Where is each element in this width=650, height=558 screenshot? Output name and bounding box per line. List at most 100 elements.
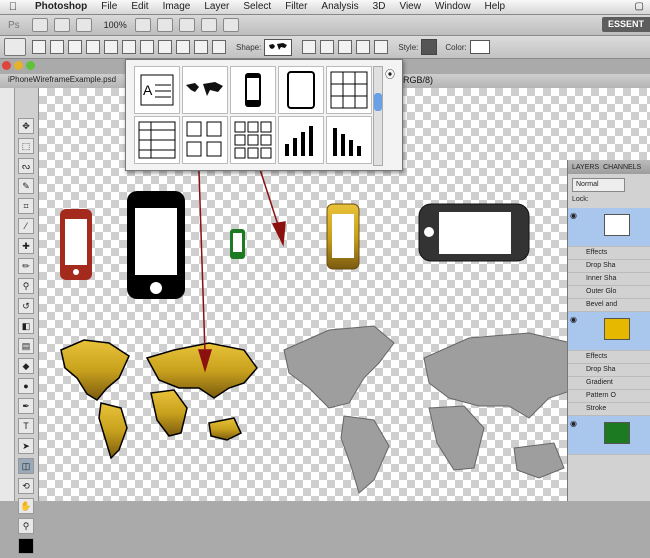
effect-row[interactable]: Outer Glo <box>568 286 650 299</box>
blend-mode-select[interactable]: Normal <box>572 178 625 192</box>
shape-option-image-grid[interactable] <box>182 116 228 164</box>
line-button[interactable] <box>194 40 208 54</box>
minimize-window-button[interactable] <box>14 61 23 70</box>
type-tool-icon[interactable]: T <box>18 418 34 434</box>
shape-option-document[interactable]: A <box>134 66 180 114</box>
effect-row[interactable]: Inner Sha <box>568 273 650 286</box>
rectangle-button[interactable] <box>122 40 136 54</box>
intersect-button[interactable] <box>338 40 353 54</box>
menu-window[interactable]: Window <box>428 0 478 14</box>
shape-layers-button[interactable] <box>32 40 46 54</box>
bridge-button[interactable] <box>31 18 48 32</box>
hand-tool-icon[interactable]: ✋ <box>18 498 34 514</box>
brush-tool-icon[interactable]: ✏ <box>18 258 34 274</box>
3d-tool-icon[interactable]: ⟲ <box>18 478 34 494</box>
marquee-tool-icon[interactable]: ⬚ <box>18 138 34 154</box>
effect-row[interactable]: Stroke <box>568 403 650 416</box>
effects-row[interactable]: Effects <box>568 247 650 260</box>
healing-tool-icon[interactable]: ✚ <box>18 238 34 254</box>
layer-row[interactable]: ◉ <box>568 416 650 455</box>
shape-picker[interactable] <box>264 38 293 56</box>
screen-mode-button[interactable] <box>222 18 239 32</box>
tool-preset-picker[interactable] <box>4 38 26 56</box>
effect-row[interactable]: Pattern O <box>568 390 650 403</box>
view-extras-button[interactable] <box>75 18 92 32</box>
paths-button[interactable] <box>50 40 64 54</box>
style-picker[interactable] <box>421 39 438 55</box>
effect-row[interactable]: Drop Sha <box>568 364 650 377</box>
path-select-tool-icon[interactable]: ➤ <box>18 438 34 454</box>
zoom-tool-icon[interactable]: ⚲ <box>18 518 34 534</box>
menu-layer[interactable]: Layer <box>197 0 236 14</box>
lasso-tool-icon[interactable]: ᔓ <box>18 158 34 174</box>
visibility-eye-icon[interactable]: ◉ <box>570 210 577 222</box>
menu-edit[interactable]: Edit <box>124 0 155 14</box>
tab-channels[interactable]: CHANNELS <box>603 164 641 171</box>
zoom-window-button[interactable] <box>26 61 35 70</box>
workspace-switcher[interactable]: ESSENT <box>601 17 650 32</box>
popup-scroll-thumb[interactable] <box>374 93 382 111</box>
shape-option-bar-chart-2[interactable] <box>326 116 372 164</box>
color-swatches-icon[interactable] <box>18 538 34 554</box>
blur-tool-icon[interactable]: ◆ <box>18 358 34 374</box>
apple-icon[interactable]:  <box>6 1 20 13</box>
zoom-tool-button[interactable] <box>156 18 173 32</box>
eraser-tool-icon[interactable]: ◧ <box>18 318 34 334</box>
ellipse-button[interactable] <box>158 40 172 54</box>
resize-icon[interactable]: ▢ <box>635 1 644 12</box>
pen-tool-button[interactable] <box>86 40 100 54</box>
close-window-button[interactable] <box>2 61 11 70</box>
shape-option-world-map[interactable] <box>182 66 228 114</box>
effect-row[interactable]: Gradient <box>568 377 650 390</box>
color-swatch[interactable] <box>469 40 490 54</box>
tab-layers[interactable]: LAYERS <box>572 164 599 171</box>
menu-help[interactable]: Help <box>478 0 513 14</box>
fill-pixels-button[interactable] <box>68 40 82 54</box>
arrange-documents-button[interactable] <box>200 18 217 32</box>
rounded-rectangle-button[interactable] <box>140 40 154 54</box>
stamp-tool-icon[interactable]: ⚲ <box>18 278 34 294</box>
zoom-level[interactable]: 100% <box>104 20 127 30</box>
subtract-button[interactable] <box>320 40 335 54</box>
layer-row[interactable]: ◉ <box>568 208 650 247</box>
gradient-tool-icon[interactable]: ▤ <box>18 338 34 354</box>
freeform-pen-button[interactable] <box>104 40 118 54</box>
rotate-view-button[interactable] <box>178 18 195 32</box>
layer-row[interactable]: ◉ <box>568 312 650 351</box>
custom-shape-button[interactable] <box>212 40 226 54</box>
menu-analysis[interactable]: Analysis <box>314 0 365 14</box>
shape-option-bar-chart[interactable] <box>278 116 324 164</box>
menu-view[interactable]: View <box>392 0 428 14</box>
shape-option-tablet[interactable] <box>278 66 324 114</box>
dodge-tool-icon[interactable]: ● <box>18 378 34 394</box>
shape-option-grid[interactable] <box>326 66 372 114</box>
visibility-eye-icon[interactable]: ◉ <box>570 314 577 326</box>
popup-scrollbar[interactable] <box>373 66 383 166</box>
crop-tool-icon[interactable]: ⌗ <box>18 198 34 214</box>
popup-menu-icon[interactable]: ⦿ <box>385 66 395 81</box>
quick-select-tool-icon[interactable]: ✎ <box>18 178 34 194</box>
menu-photoshop[interactable]: Photoshop <box>28 0 94 14</box>
menu-filter[interactable]: Filter <box>278 0 314 14</box>
effects-row[interactable]: Effects <box>568 351 650 364</box>
menu-file[interactable]: File <box>94 0 124 14</box>
menu-select[interactable]: Select <box>236 0 278 14</box>
combine-button[interactable] <box>302 40 317 54</box>
menu-3d[interactable]: 3D <box>366 0 393 14</box>
custom-shape-tool-icon[interactable]: ◫ <box>18 458 34 474</box>
mini-bridge-button[interactable] <box>53 18 70 32</box>
history-brush-icon[interactable]: ↺ <box>18 298 34 314</box>
menu-image[interactable]: Image <box>156 0 198 14</box>
shape-option-phone[interactable] <box>230 66 276 114</box>
document-tab[interactable]: iPhoneWireframeExample.psd <box>8 75 116 84</box>
shape-option-table[interactable] <box>134 116 180 164</box>
shape-option-image-grid-small[interactable] <box>230 116 276 164</box>
pen-tool-icon[interactable]: ✒ <box>18 398 34 414</box>
link-layer-button[interactable] <box>374 40 389 54</box>
exclude-button[interactable] <box>356 40 371 54</box>
eyedropper-tool-icon[interactable]: ⁄ <box>18 218 34 234</box>
effect-row[interactable]: Bevel and <box>568 299 650 312</box>
effect-row[interactable]: Drop Sha <box>568 260 650 273</box>
hand-tool-button[interactable] <box>134 18 151 32</box>
move-tool-icon[interactable]: ✥ <box>18 118 34 134</box>
